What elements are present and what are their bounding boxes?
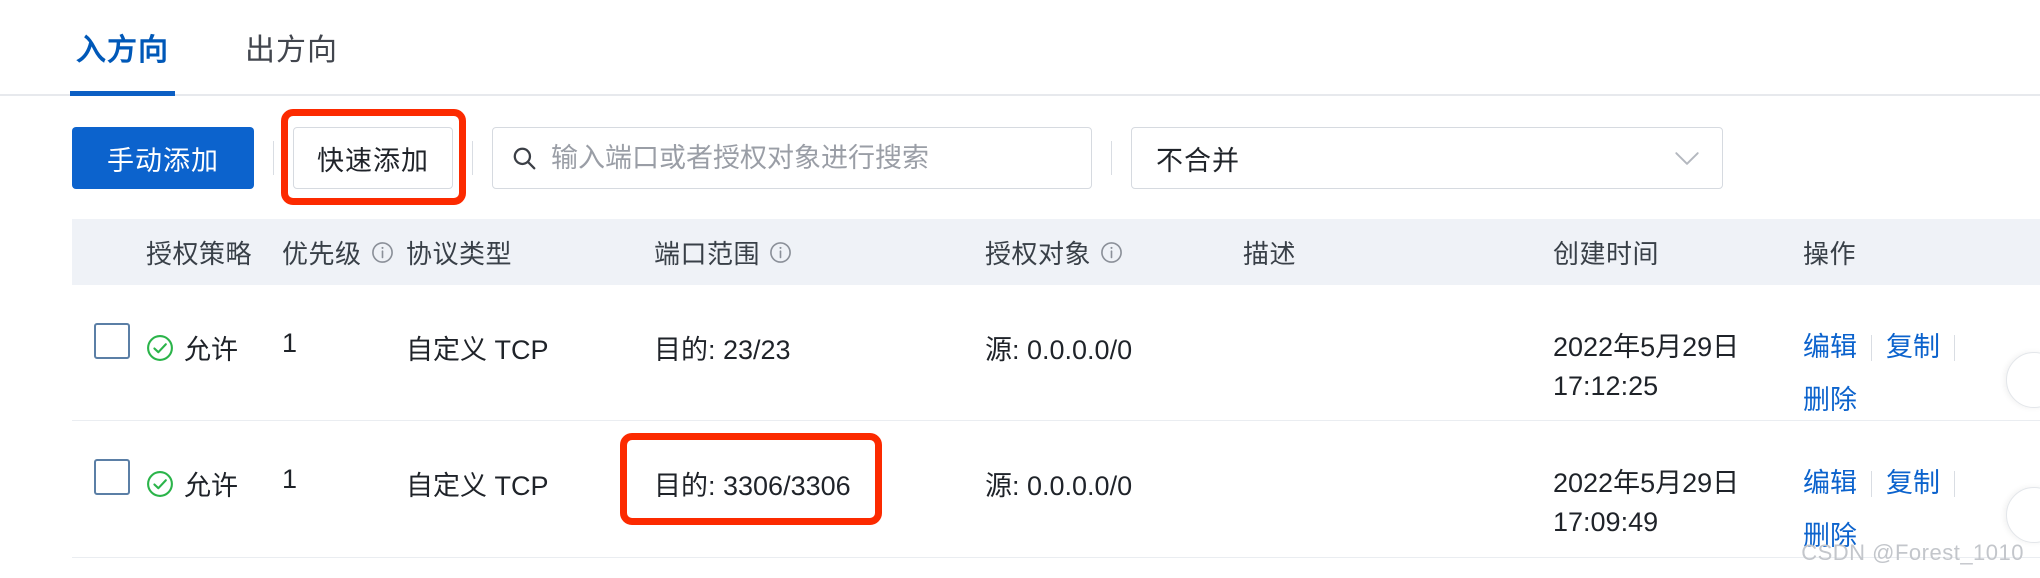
info-icon[interactable]	[371, 241, 394, 264]
row-action-links: 编辑 复制 删除	[1803, 328, 2040, 420]
search-box[interactable]	[492, 127, 1092, 189]
cell-protocol: 自定义 TCP	[406, 335, 549, 365]
policy-label: 允许	[184, 471, 238, 502]
quick-add-label: 快速添加	[317, 145, 429, 176]
action-divider	[1871, 470, 1872, 497]
toolbar-divider-1	[273, 141, 274, 175]
table-row: 允许 1 自定义 TCP 目的: 3306/3306 源: 0.0.0.0/0 …	[72, 421, 2040, 558]
header-port-range-label: 端口范围	[654, 238, 761, 269]
delete-link[interactable]: 删除	[1803, 385, 1857, 415]
header-protocol-label: 协议类型	[406, 238, 513, 269]
header-created-time: 创建时间	[1553, 234, 1803, 271]
created-time: 17:12:25	[1553, 371, 1659, 402]
cell-policy: 允许	[146, 285, 282, 367]
merge-select[interactable]: 不合并	[1131, 127, 1723, 189]
tab-outbound-label: 出方向	[245, 34, 338, 67]
header-auth-target: 授权对象	[985, 234, 1243, 271]
security-group-rules-panel: 入方向 出方向 手动添加 快速添加 不合并	[0, 0, 2040, 578]
action-links-second-line: 删除	[1803, 381, 2040, 420]
port-range-value-wrapper: 目的: 23/23	[654, 328, 791, 367]
row-select-cell	[72, 285, 146, 359]
manual-add-label: 手动添加	[107, 145, 219, 176]
action-divider	[1871, 334, 1872, 361]
cell-description	[1243, 421, 1553, 464]
direction-tabs: 入方向 出方向	[0, 0, 2040, 96]
cell-port-range: 目的: 3306/3306	[620, 421, 985, 526]
rules-table: 授权策略 优先级 协议类型 端口范围 授权对象 描述 创建时间 操作 允许 1 …	[72, 219, 2040, 558]
header-description: 描述	[1243, 234, 1553, 271]
merge-select-value: 不合并	[1156, 145, 1240, 176]
policy-label: 允许	[184, 335, 238, 365]
table-row: 允许 1 自定义 TCP 目的: 23/23 源: 0.0.0.0/0 2022…	[72, 285, 2040, 422]
info-icon[interactable]	[1100, 241, 1123, 264]
cell-actions: 编辑 复制 删除	[1803, 285, 2040, 420]
header-priority: 优先级	[282, 234, 406, 271]
watermark: CSDN @Forest_1010	[1801, 540, 2024, 565]
created-date: 2022年5月29日	[1553, 468, 1740, 499]
row-checkbox[interactable]	[94, 459, 130, 496]
cell-protocol: 自定义 TCP	[406, 471, 549, 502]
header-select-all-cell	[72, 233, 146, 271]
cell-description	[1243, 285, 1553, 328]
cell-created-time: 2022年5月29日 17:09:49	[1553, 421, 1803, 542]
header-priority-label: 优先级	[282, 238, 362, 269]
cell-actions: 编辑 复制 删除	[1803, 421, 2040, 556]
tab-inbound[interactable]: 入方向	[70, 0, 175, 96]
cell-auth-target: 源: 0.0.0.0/0	[985, 471, 1133, 502]
chevron-down-icon	[1675, 151, 1699, 165]
search-icon	[513, 147, 536, 170]
header-port-range: 端口范围	[654, 234, 985, 271]
tab-inbound-label: 入方向	[76, 34, 169, 67]
cell-created-time: 2022年5月29日 17:12:25	[1553, 285, 1803, 406]
header-actions-label: 操作	[1803, 238, 1857, 269]
tab-outbound[interactable]: 出方向	[241, 0, 342, 94]
quick-add-button[interactable]: 快速添加	[293, 127, 453, 189]
action-divider	[1954, 470, 1955, 497]
edit-link[interactable]: 编辑	[1803, 464, 1857, 503]
toolbar-divider-2	[472, 141, 473, 175]
cell-priority: 1	[282, 328, 298, 358]
row-checkbox[interactable]	[94, 323, 130, 359]
header-description-label: 描述	[1243, 238, 1297, 269]
action-divider	[1954, 334, 1955, 361]
cell-priority: 1	[282, 464, 298, 495]
table-header-row: 授权策略 优先级 协议类型 端口范围 授权对象 描述 创建时间 操作	[72, 219, 2040, 285]
toolbar-divider-3	[1111, 141, 1112, 175]
header-created-time-label: 创建时间	[1553, 238, 1660, 269]
header-protocol: 协议类型	[406, 234, 654, 271]
search-input[interactable]	[551, 142, 1073, 174]
header-policy-label: 授权策略	[146, 238, 253, 269]
manual-add-button[interactable]: 手动添加	[72, 127, 254, 189]
port-range-value-wrapper: 目的: 3306/3306	[620, 433, 882, 526]
quick-add-wrapper: 快速添加	[281, 109, 466, 205]
created-time: 17:09:49	[1553, 507, 1659, 538]
port-range-value: 目的: 3306/3306	[654, 471, 851, 502]
cell-policy: 允许	[146, 421, 282, 503]
allow-check-icon	[147, 334, 173, 361]
rules-toolbar: 手动添加 快速添加 不合并	[72, 109, 1723, 205]
created-date: 2022年5月29日	[1553, 332, 1740, 362]
header-policy: 授权策略	[146, 234, 282, 271]
allow-check-icon	[147, 470, 173, 497]
header-auth-target-label: 授权对象	[985, 238, 1092, 269]
row-select-cell	[72, 421, 146, 496]
info-icon[interactable]	[769, 241, 792, 264]
copy-link[interactable]: 复制	[1886, 328, 1940, 367]
copy-link[interactable]: 复制	[1886, 464, 1940, 503]
header-actions: 操作	[1803, 234, 2040, 271]
edit-link[interactable]: 编辑	[1803, 328, 1857, 367]
cell-auth-target: 源: 0.0.0.0/0	[985, 335, 1133, 365]
cell-port-range: 目的: 23/23	[654, 285, 985, 367]
port-range-value: 目的: 23/23	[654, 335, 791, 365]
